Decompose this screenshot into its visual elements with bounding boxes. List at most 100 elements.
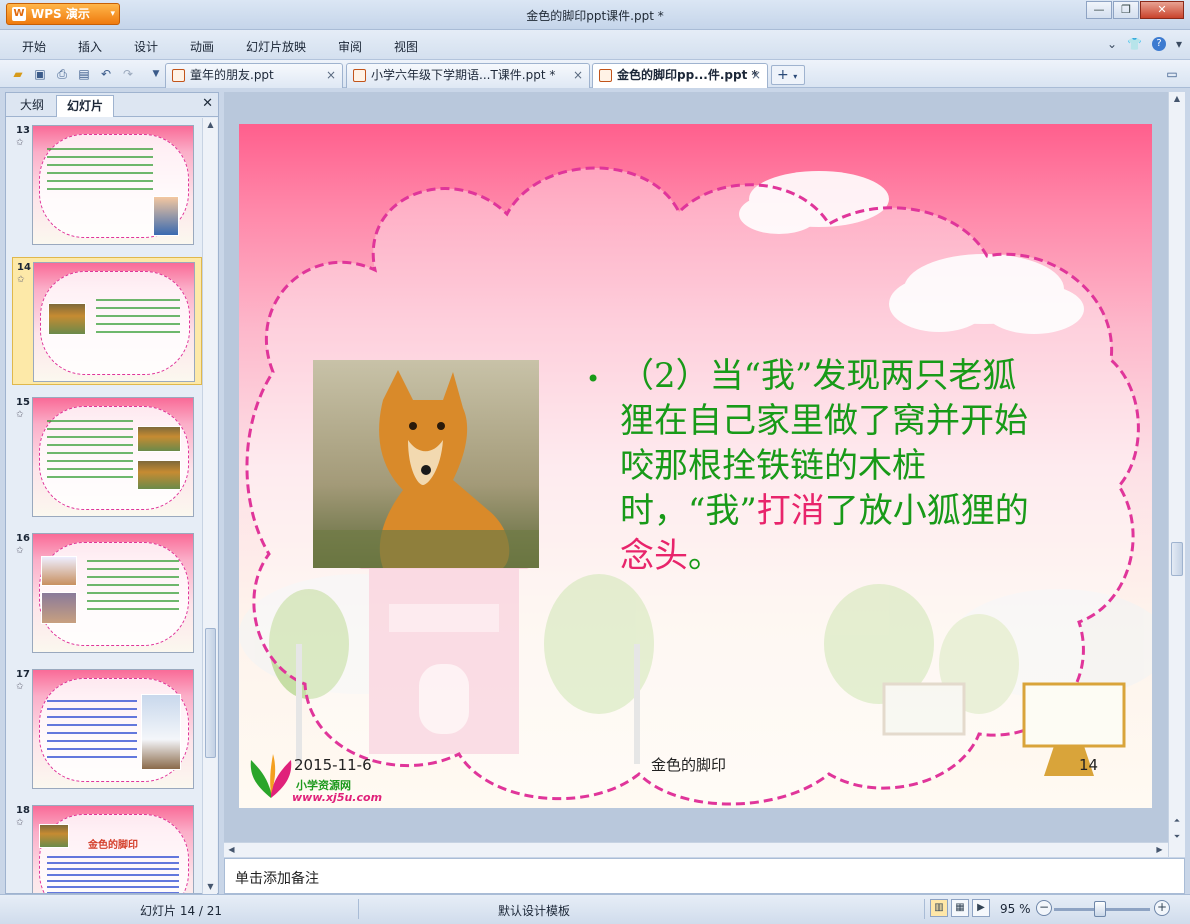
help-icon[interactable]: ? (1151, 37, 1166, 51)
scroll-up-icon[interactable]: ▲ (203, 118, 218, 132)
new-tab-button[interactable]: + ▾ (771, 65, 805, 85)
panel-tabs: 大纲 幻灯片 ✕ (6, 93, 218, 117)
slide-thumbnail-17[interactable]: 17 ✩ (12, 665, 202, 793)
doc-tab-1[interactable]: 童年的朋友.ppt × (165, 63, 343, 88)
chevron-down-icon[interactable]: ▾ (1176, 37, 1182, 51)
animation-star-icon: ✩ (17, 275, 25, 285)
close-panel-icon[interactable]: ✕ (202, 96, 213, 111)
zoom-in-button[interactable]: + (1154, 900, 1170, 916)
menu-insert[interactable]: 插入 (78, 38, 102, 55)
scroll-right-icon[interactable]: ▶ (1152, 843, 1167, 857)
template-name[interactable]: 默认设计模板 (498, 902, 570, 919)
animation-star-icon: ✩ (16, 138, 24, 148)
scroll-down-icon[interactable]: ▼ (203, 880, 218, 894)
collapse-ribbon-icon[interactable]: ⌄ (1107, 37, 1117, 51)
zoom-level[interactable]: 95 % (1000, 902, 1031, 916)
scroll-up-icon[interactable]: ▲ (1169, 92, 1185, 106)
panel-scroll-thumb[interactable] (205, 628, 216, 758)
thumb-number: 15 (16, 397, 30, 408)
animation-star-icon: ✩ (16, 682, 24, 692)
minimize-button[interactable]: — (1086, 1, 1112, 19)
thumb-text-lines (47, 856, 179, 893)
slide-sorter-view-button[interactable]: ▦ (951, 899, 969, 917)
previous-slide-icon[interactable]: ⏶ (1169, 814, 1185, 828)
close-tab-icon[interactable]: × (326, 64, 336, 86)
thumb-title: 金色的脚印 (88, 840, 138, 851)
menu-view[interactable]: 视图 (394, 38, 418, 55)
thumb-fox-image (41, 592, 77, 624)
vertical-scroll-thumb[interactable] (1171, 542, 1183, 576)
slide-thumbnail-15[interactable]: 15 ✩ (12, 393, 202, 521)
scroll-left-icon[interactable]: ◀ (224, 843, 239, 857)
slides-panel: 大纲 幻灯片 ✕ 13 ✩ 14 ✩ 15 ✩ 16 ✩ 17 ✩ 18 ✩ 金… (5, 92, 219, 894)
doc-tab-label: 童年的朋友.ppt (190, 68, 274, 82)
skin-icon[interactable]: 👕 (1127, 37, 1142, 51)
save-icon[interactable]: ▣ (32, 66, 48, 82)
print-icon[interactable]: ⎙ (54, 66, 70, 82)
menu-animation[interactable]: 动画 (190, 38, 214, 55)
animation-star-icon: ✩ (16, 546, 24, 556)
notes-placeholder: 单击添加备注 (235, 871, 319, 887)
thumb-text-lines (47, 700, 137, 760)
thumb-preview (32, 669, 194, 789)
print-preview-icon[interactable]: ▤ (76, 66, 92, 82)
slide-thumbnail-16[interactable]: 16 ✩ (12, 529, 202, 657)
menu-home[interactable]: 开始 (22, 38, 46, 55)
close-tab-icon[interactable]: × (573, 64, 583, 86)
tab-outline[interactable]: 大纲 (10, 95, 54, 117)
slide-body-text[interactable]: （2）当“我”发现两只老狐狸在自己家里做了窝并开始咬那根拴铁链的木桩时，“我”打… (620, 354, 1030, 579)
thumb-fox-image (137, 426, 181, 452)
undo-icon[interactable]: ↶ (98, 66, 114, 82)
redo-icon[interactable]: ↷ (120, 66, 136, 82)
thumb-number: 13 (16, 125, 30, 136)
doc-tab-label: 小学六年级下学期语...T课件.ppt * (371, 68, 556, 82)
panel-scrollbar[interactable]: ▲ ▼ (202, 118, 217, 894)
zoom-out-button[interactable]: − (1036, 900, 1052, 916)
thumb-text-lines (47, 148, 153, 196)
doc-tab-label: 金色的脚印pp...件.ppt * (617, 68, 758, 82)
thumb-fox-image (48, 303, 86, 335)
fox-photo (313, 360, 539, 568)
thumb-text-lines (96, 299, 180, 339)
doc-tab-2[interactable]: 小学六年级下学期语...T课件.ppt * × (346, 63, 590, 88)
notes-pane[interactable]: 单击添加备注 (224, 858, 1185, 894)
thumb-figure (153, 196, 179, 236)
ppt-file-icon (172, 69, 185, 82)
slide-counter: 幻灯片 14 / 21 (140, 904, 223, 918)
maximize-button[interactable]: ❐ (1113, 1, 1139, 19)
close-window-button[interactable]: ✕ (1140, 1, 1184, 19)
logo-url: www.xj5u.com (292, 791, 383, 804)
slide-horizontal-scrollbar[interactable]: ◀ ▶ (224, 842, 1168, 857)
menu-slideshow[interactable]: 幻灯片放映 (246, 38, 306, 55)
thumb-number: 14 (17, 262, 31, 273)
slide-footer-title[interactable]: 金色的脚印 (651, 754, 726, 775)
slide-vertical-scrollbar[interactable]: ▲ ⏶ ⏷ (1168, 92, 1185, 857)
tab-list-icon[interactable]: ▭ (1164, 66, 1180, 82)
menu-design[interactable]: 设计 (134, 38, 158, 55)
normal-view-button[interactable]: ▥ (930, 899, 948, 917)
close-tab-icon[interactable]: × (751, 64, 761, 86)
slide-thumbnail-13[interactable]: 13 ✩ (12, 121, 202, 249)
thumb-number: 17 (16, 669, 30, 680)
doc-tab-3-active[interactable]: 金色的脚印pp...件.ppt * × (592, 63, 768, 88)
slide-number[interactable]: 14 (1079, 756, 1098, 774)
open-folder-icon[interactable]: ▰ (10, 66, 26, 82)
zoom-slider-knob[interactable] (1094, 901, 1106, 917)
quick-toolbar: ▰ ▣ ⎙ ▤ ↶ ↷ ▼ 童年的朋友.ppt × 小学六年级下学期语...T课… (0, 60, 1190, 88)
customize-toolbar-icon[interactable]: ▼ (148, 66, 164, 82)
slide-thumbnail-14-selected[interactable]: 14 ✩ (12, 257, 202, 385)
thumb-preview: 金色的脚印 (32, 805, 194, 893)
next-slide-icon[interactable]: ⏷ (1169, 830, 1185, 844)
thumb-fox-image (41, 556, 77, 586)
slide-thumbnail-18[interactable]: 18 ✩ 金色的脚印 (12, 801, 202, 893)
divider (924, 899, 925, 919)
window-title: 金色的脚印ppt课件.ppt * (526, 9, 664, 23)
tab-slides[interactable]: 幻灯片 (56, 95, 115, 117)
menu-right-tools: ⌄ 👕 ? ▾ (1107, 37, 1182, 51)
slideshow-view-button[interactable]: ▶ (972, 899, 990, 917)
slide-footer-date[interactable]: 2015-11-6 (294, 756, 372, 774)
text-segment: 了放小狐狸的 (824, 491, 1029, 531)
bullet-icon: • (586, 365, 601, 393)
thumb-text-lines (87, 560, 179, 616)
menu-review[interactable]: 审阅 (338, 38, 362, 55)
